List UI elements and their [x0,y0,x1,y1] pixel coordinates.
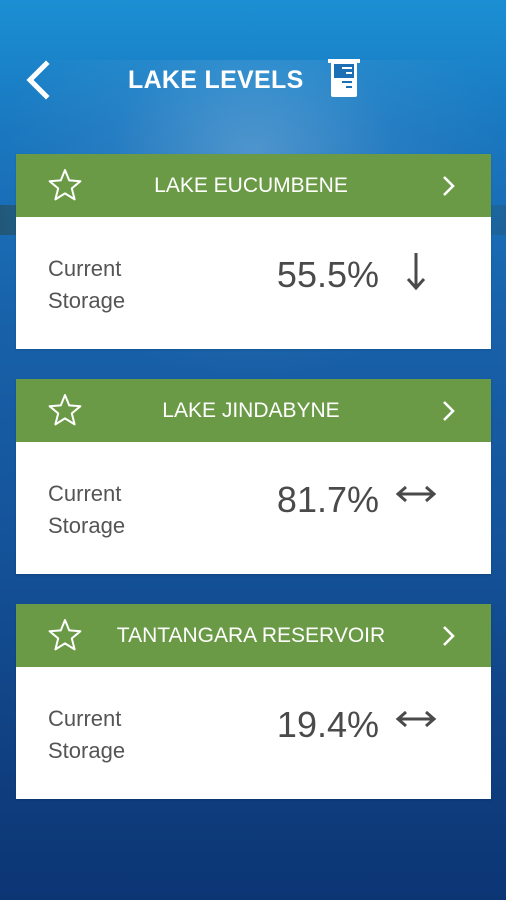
lake-card: TANTANGARA RESERVOIR Current Storage 19.… [16,604,491,799]
lake-name: TANTANGARA RESERVOIR [116,624,386,647]
storage-label: Current Storage [48,703,178,767]
storage-label-line1: Current [48,256,122,281]
storage-value: 19.4% [276,704,379,745]
arrow-left-right-icon [395,485,437,503]
storage-label: Current Storage [48,478,178,542]
back-button[interactable] [22,58,56,102]
storage-value: 55.5% [276,254,379,295]
storage-label-line2: Storage [48,288,126,313]
storage-label-line2: Storage [48,738,126,763]
storage-value: 81.7% [276,479,379,520]
storage-label-line2: Storage [48,513,126,538]
lake-card: LAKE JINDABYNE Current Storage 81.7% [16,379,491,574]
arrow-down-icon [406,253,426,291]
app-header: LAKE LEVELS [0,0,506,160]
beaker-button[interactable] [326,58,362,100]
chevron-right-icon [443,176,455,196]
star-outline-icon[interactable] [48,168,82,202]
chevron-right-icon [443,401,455,421]
arrow-left-right-icon [395,710,437,728]
star-outline-icon[interactable] [48,393,82,427]
chevron-left-icon [26,60,50,100]
lake-card: LAKE EUCUMBENE Current Storage 55.5% [16,154,491,349]
lake-name: LAKE EUCUMBENE [154,174,348,197]
storage-label-line1: Current [48,481,122,506]
chevron-right-icon [443,626,455,646]
storage-label: Current Storage [48,253,178,317]
lake-name: LAKE JINDABYNE [162,399,340,422]
page-title: LAKE LEVELS [128,66,304,94]
lake-card-header[interactable]: LAKE EUCUMBENE [16,154,491,217]
star-outline-icon[interactable] [48,618,82,652]
storage-label-line1: Current [48,706,122,731]
lake-card-header[interactable]: LAKE JINDABYNE [16,379,491,442]
beaker-icon [328,59,360,97]
lake-card-header[interactable]: TANTANGARA RESERVOIR [16,604,491,667]
